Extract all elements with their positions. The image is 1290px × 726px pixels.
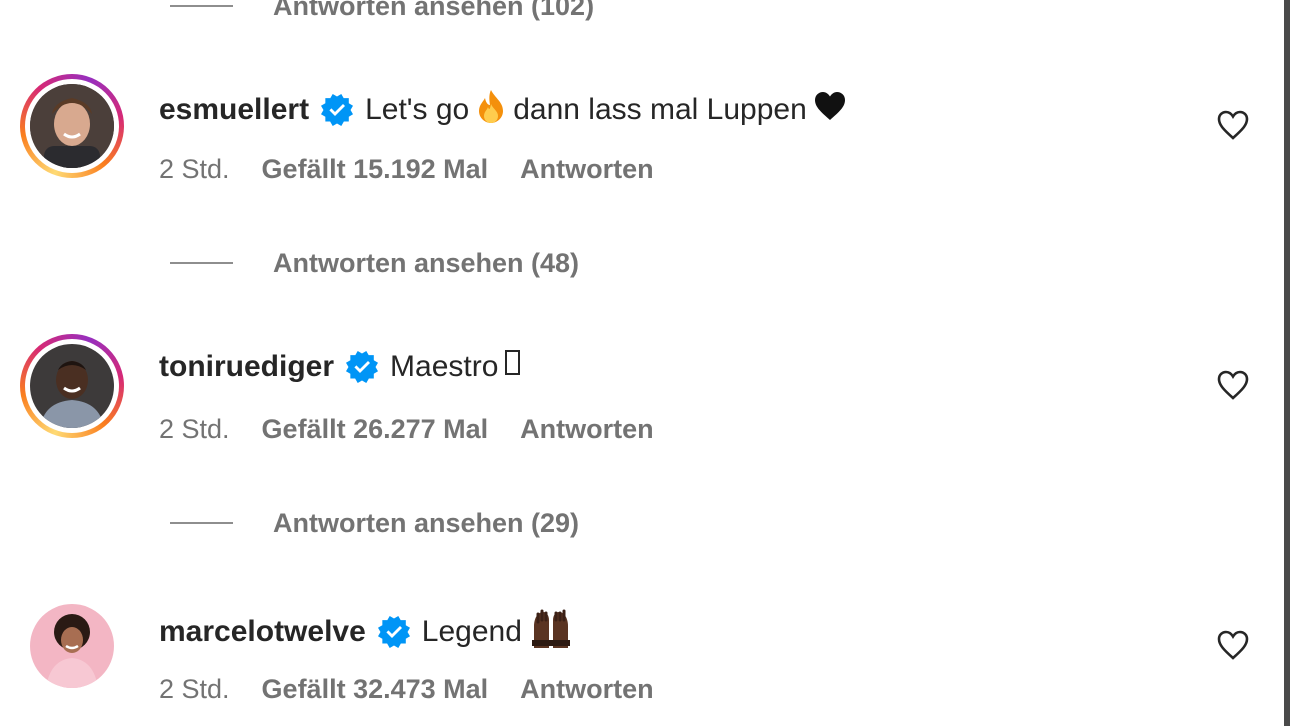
- comment-time: 2 Std.: [159, 154, 230, 184]
- comment-item: esmuellert Let's go dann lass mal Luppen: [0, 74, 1284, 204]
- fire-emoji-icon: [475, 88, 507, 132]
- verified-badge-icon: [346, 351, 379, 383]
- like-button[interactable]: [1212, 364, 1254, 406]
- avatar: [30, 344, 114, 428]
- comment-text: Legend: [422, 608, 580, 656]
- comments-panel: Antworten ansehen (102) esmuellert Let's…: [0, 0, 1290, 726]
- comment-text: Maestro: [390, 348, 528, 386]
- comment-likes[interactable]: Gefällt 26.277 Mal: [262, 414, 489, 445]
- view-replies-button[interactable]: Antworten ansehen (102): [170, 0, 594, 26]
- reply-button[interactable]: Antworten: [520, 414, 653, 445]
- avatar: [30, 604, 114, 688]
- scrollbar-track[interactable]: [1284, 0, 1290, 726]
- black-heart-emoji-icon: [813, 91, 847, 129]
- avatar: [30, 84, 114, 168]
- view-replies-label: Antworten ansehen (29): [273, 507, 580, 538]
- comment-meta: 2 Std. Gefällt 15.192 Mal Antworten: [159, 154, 654, 185]
- reply-button[interactable]: Antworten: [520, 674, 653, 705]
- avatar-story-ring[interactable]: [20, 74, 124, 178]
- comment-username[interactable]: marcelotwelve: [159, 615, 366, 649]
- view-replies-label: Antworten ansehen (48): [273, 247, 580, 278]
- comment-time: 2 Std.: [159, 414, 230, 444]
- comment-likes[interactable]: Gefällt 15.192 Mal: [262, 154, 489, 185]
- heart-outline-icon: [1217, 370, 1249, 400]
- view-replies-button[interactable]: Antworten ansehen (29): [170, 503, 579, 543]
- replies-divider-line: [170, 522, 233, 524]
- verified-badge-icon: [321, 94, 354, 126]
- avatar-story-ring[interactable]: [20, 334, 124, 438]
- replies-divider-line: [170, 5, 233, 7]
- replies-divider-line: [170, 262, 233, 264]
- comment-item: toniruediger Maestro 2 Std. Gefällt 26.2…: [0, 334, 1284, 464]
- view-replies-button[interactable]: Antworten ansehen (48): [170, 243, 579, 283]
- view-replies-label: Antworten ansehen (102): [273, 0, 595, 21]
- comment-item: marcelotwelve Legend 2 Std. Gefällt 32.4…: [0, 594, 1284, 724]
- comment-meta: 2 Std. Gefällt 26.277 Mal Antworten: [159, 414, 654, 445]
- avatar-link[interactable]: [20, 594, 124, 698]
- heart-outline-icon: [1217, 630, 1249, 660]
- reply-button[interactable]: Antworten: [520, 154, 653, 185]
- comment-meta: 2 Std. Gefällt 32.473 Mal Antworten: [159, 674, 654, 705]
- comment-username[interactable]: toniruediger: [159, 350, 334, 384]
- raising-hands-emoji-icon: [528, 608, 574, 656]
- comment-text: Let's go dann lass mal Luppen: [365, 88, 853, 132]
- verified-badge-icon: [377, 616, 410, 648]
- missing-glyph-box-icon: [504, 348, 522, 386]
- like-button[interactable]: [1212, 624, 1254, 666]
- like-button[interactable]: [1212, 104, 1254, 146]
- comment-time: 2 Std.: [159, 674, 230, 704]
- comment-likes[interactable]: Gefällt 32.473 Mal: [262, 674, 489, 705]
- comment-username[interactable]: esmuellert: [159, 93, 309, 127]
- heart-outline-icon: [1217, 110, 1249, 140]
